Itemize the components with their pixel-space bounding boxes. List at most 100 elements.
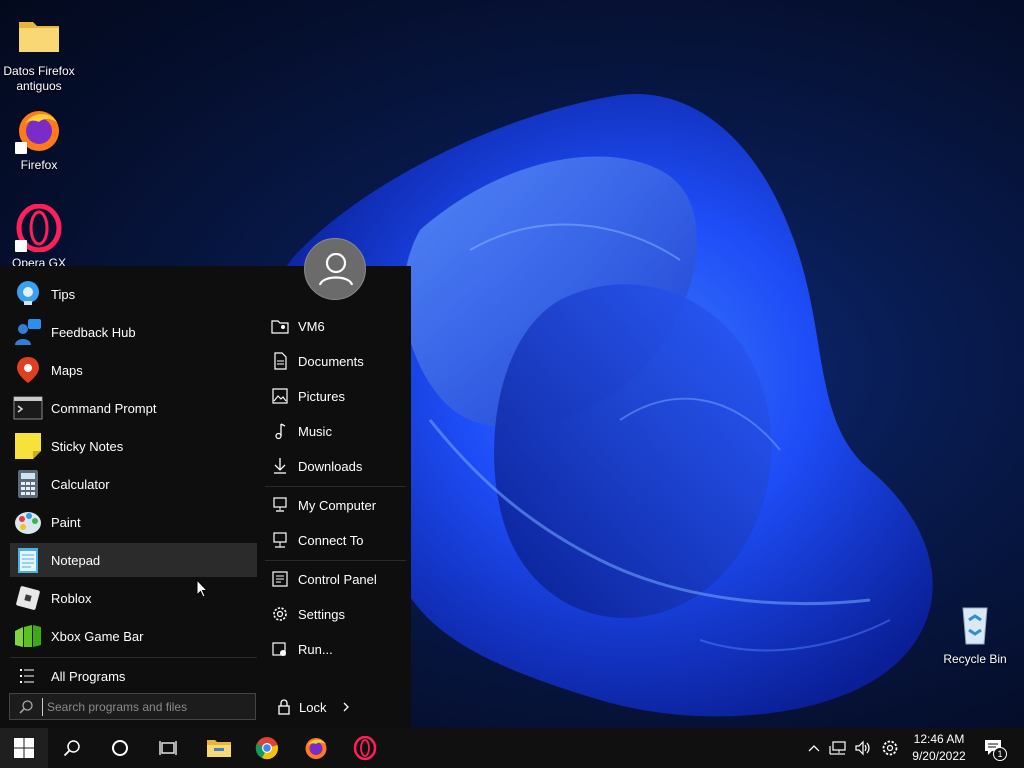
search-input[interactable]	[42, 697, 249, 716]
start-menu: Tips Feedback Hub Maps Command Prompt St…	[0, 266, 411, 728]
places-divider	[265, 486, 406, 487]
place-label: Pictures	[298, 388, 345, 404]
place-item-my-computer[interactable]: My Computer	[268, 490, 408, 520]
music-icon	[275, 423, 286, 440]
task-view-button[interactable]	[144, 728, 192, 768]
program-item-calculator[interactable]: Calculator	[10, 467, 257, 501]
firefox-icon	[15, 106, 63, 154]
desktop-icon-label: Recycle Bin	[943, 652, 1007, 666]
program-item-maps[interactable]: Maps	[10, 353, 257, 387]
program-label: Paint	[51, 514, 81, 530]
program-label: Xbox Game Bar	[51, 628, 144, 644]
command-prompt-icon	[13, 393, 43, 423]
network-icon	[829, 741, 846, 755]
desktop-icon-label: Firefox	[20, 158, 58, 172]
task-view-icon	[159, 741, 177, 755]
taskbar-search-button[interactable]	[48, 728, 96, 768]
program-item-notepad[interactable]: Notepad	[10, 543, 257, 577]
program-item-paint[interactable]: Paint	[10, 505, 257, 539]
clock-date: 9/20/2022	[912, 749, 966, 763]
start-button[interactable]	[0, 728, 48, 768]
opera-gx-icon	[15, 203, 63, 253]
taskbar-firefox[interactable]	[292, 728, 340, 768]
picture-icon	[272, 388, 288, 404]
control-panel-icon	[272, 571, 288, 587]
program-item-xbox-game-bar[interactable]: Xbox Game Bar	[10, 619, 257, 653]
place-label: Settings	[298, 606, 345, 622]
taskbar-chrome[interactable]	[243, 728, 291, 768]
chrome-icon	[255, 737, 278, 760]
mouse-cursor-icon	[196, 579, 208, 598]
run-icon	[272, 642, 286, 656]
place-item-documents[interactable]: Documents	[268, 346, 408, 376]
paint-icon	[13, 507, 43, 537]
chevron-up-icon	[808, 745, 820, 752]
place-label: Connect To	[298, 532, 364, 548]
program-label: Sticky Notes	[51, 438, 124, 454]
feedback-hub-icon	[13, 317, 43, 347]
place-label: Music	[298, 423, 332, 439]
desktop-icon-label: Datos Firefox antiguos	[3, 64, 75, 93]
recycle-bin-icon	[951, 600, 999, 648]
place-item-downloads[interactable]: Downloads	[268, 451, 408, 481]
maps-icon	[13, 355, 43, 385]
clock-time: 12:46 AM	[913, 732, 965, 746]
lock-icon	[278, 699, 290, 715]
settings-tray-button[interactable]	[880, 738, 900, 758]
program-item-roblox[interactable]: Roblox	[10, 581, 257, 615]
action-center-button[interactable]: 1	[982, 738, 1007, 761]
place-item-run[interactable]: Run...	[268, 634, 408, 664]
place-item-control-panel[interactable]: Control Panel	[268, 564, 408, 594]
desktop-icon-datos-firefox[interactable]: Datos Firefox antiguos	[1, 12, 77, 94]
place-item-vm6[interactable]: VM6	[268, 311, 408, 341]
program-label: Calculator	[51, 476, 110, 492]
file-explorer-icon	[207, 740, 231, 757]
program-item-feedback-hub[interactable]: Feedback Hub	[10, 315, 257, 349]
program-item-sticky-notes[interactable]: Sticky Notes	[10, 429, 257, 463]
program-label: Feedback Hub	[51, 324, 136, 340]
shortcut-arrow-icon	[15, 240, 27, 252]
show-hidden-icons-button[interactable]	[804, 738, 824, 758]
chevron-right-icon[interactable]	[340, 701, 352, 713]
program-label: Roblox	[51, 590, 92, 606]
document-icon	[274, 352, 287, 370]
computer-icon	[273, 497, 287, 512]
place-item-connect-to[interactable]: Connect To	[268, 525, 408, 555]
lock-button[interactable]: Lock	[270, 697, 410, 717]
place-label: Documents	[298, 353, 364, 369]
calculator-icon	[13, 469, 43, 499]
place-label: VM6	[298, 318, 325, 334]
all-programs-button[interactable]: All Programs	[10, 659, 257, 693]
volume-tray-button[interactable]	[853, 738, 873, 758]
shortcut-arrow-icon	[15, 142, 27, 154]
program-label: Tips	[51, 286, 76, 302]
tips-icon	[13, 279, 43, 309]
lock-label: Lock	[299, 699, 327, 715]
xbox-game-bar-icon	[13, 621, 43, 651]
desktop-icon-opera-gx[interactable]: Opera GX	[1, 203, 77, 271]
place-item-settings[interactable]: Settings	[268, 599, 408, 629]
gear-icon	[882, 740, 898, 756]
search-icon	[63, 740, 80, 757]
place-item-pictures[interactable]: Pictures	[268, 381, 408, 411]
place-label: Control Panel	[298, 571, 377, 587]
cortana-button[interactable]	[96, 728, 144, 768]
place-item-music[interactable]: Music	[268, 416, 408, 446]
network-tray-button[interactable]	[828, 738, 848, 758]
taskbar-file-explorer[interactable]	[195, 728, 243, 768]
desktop-icon-recycle-bin[interactable]: Recycle Bin	[937, 600, 1013, 667]
taskbar-opera-gx[interactable]	[341, 728, 389, 768]
user-avatar[interactable]	[304, 238, 366, 300]
program-item-command-prompt[interactable]: Command Prompt	[10, 391, 257, 425]
program-item-tips[interactable]: Tips	[10, 277, 257, 311]
programs-divider	[10, 657, 257, 658]
program-label: Notepad	[51, 552, 101, 568]
search-programs-box[interactable]	[9, 693, 256, 720]
program-label: Command Prompt	[51, 400, 157, 416]
desktop: Datos Firefox antiguos Firefox Opera GX	[0, 0, 1024, 768]
taskbar-clock[interactable]: 12:46 AM 9/20/2022	[905, 731, 973, 765]
place-label: Downloads	[298, 458, 363, 474]
list-icon	[13, 661, 43, 691]
place-label: Run...	[298, 641, 333, 657]
desktop-icon-firefox[interactable]: Firefox	[1, 106, 77, 173]
